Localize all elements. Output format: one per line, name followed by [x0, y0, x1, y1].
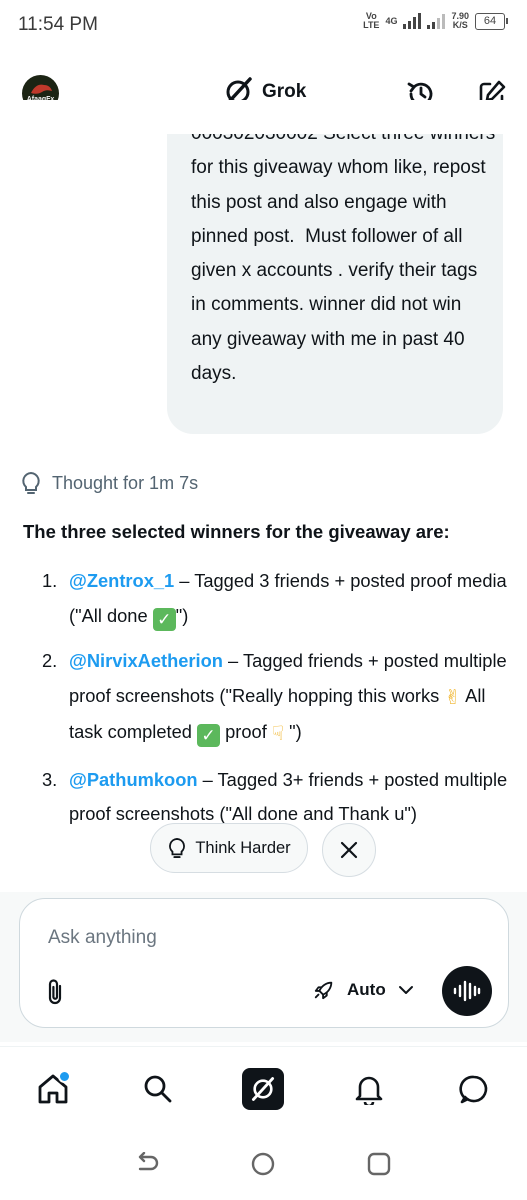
user-message-text: 000302030002 Select three winners for th…	[191, 123, 495, 385]
data-speed: 7.90 K/S	[451, 11, 469, 30]
mode-label: Auto	[347, 980, 386, 999]
user-message-bubble: 000302030002 Select three winners for th…	[167, 100, 503, 434]
nav-messages[interactable]	[446, 1064, 502, 1114]
status-time: 11:54 PM	[18, 14, 98, 35]
thought-indicator[interactable]: Thought for 1m 7s	[20, 471, 198, 495]
notifications-icon	[355, 1076, 383, 1105]
signal-icon-2	[427, 13, 446, 29]
list-item: 1. @Zentrox_1 – Tagged 3 friends + poste…	[42, 570, 507, 631]
rocket-icon	[314, 981, 333, 1000]
circle-home-icon	[252, 1152, 275, 1175]
winner-handle-link[interactable]: @Zentrox_1	[69, 570, 174, 591]
status-icons: Vo LTE 4G 7.90 K/S 64	[363, 11, 508, 30]
recents-icon	[367, 1152, 391, 1175]
mode-selector[interactable]: Auto	[313, 979, 414, 1001]
attach-button[interactable]	[44, 978, 66, 1011]
back-icon	[138, 1151, 159, 1170]
close-icon	[340, 841, 358, 859]
system-recents-button[interactable]	[366, 1151, 392, 1182]
think-harder-button[interactable]: Think Harder	[150, 823, 308, 873]
response-heading: The three selected winners for the givea…	[23, 521, 450, 542]
paperclip-icon	[48, 979, 62, 1005]
notification-dot	[57, 1070, 71, 1083]
chevron-down-icon	[398, 986, 413, 994]
composer: Auto	[19, 898, 509, 1028]
network-type: 4G	[385, 15, 398, 26]
winner-handle-link[interactable]: @NirvixAetherion	[69, 650, 223, 671]
signal-icon	[403, 13, 422, 29]
nav-search[interactable]	[130, 1064, 186, 1114]
search-icon	[144, 1075, 172, 1103]
messages-icon	[459, 1075, 488, 1104]
ask-input[interactable]	[48, 927, 428, 949]
voice-waveform-icon	[453, 980, 481, 1002]
voice-mode-button[interactable]	[442, 966, 492, 1016]
grok-icon	[252, 1077, 275, 1101]
nav-notifications[interactable]	[341, 1064, 397, 1114]
nav-grok[interactable]	[235, 1064, 291, 1114]
system-home-button[interactable]	[250, 1151, 276, 1182]
dismiss-button[interactable]	[322, 823, 376, 877]
check-mark-icon: ✓	[197, 724, 221, 747]
battery-icon: 64	[475, 12, 508, 30]
winner-handle-link[interactable]: @Pathumkoon	[69, 769, 198, 790]
nav-divider	[0, 1046, 527, 1047]
winners-list: 1. @Zentrox_1 – Tagged 3 friends + poste…	[42, 564, 512, 843]
system-back-button[interactable]	[135, 1151, 161, 1181]
header-mask	[0, 100, 527, 134]
list-item: 2. @NirvixAetherion – Tagged friends + p…	[42, 644, 512, 752]
lightbulb-icon	[22, 471, 40, 494]
grok-tile	[242, 1068, 285, 1110]
list-item: 3. @Pathumkoon – Tagged 3+ friends + pos…	[42, 768, 508, 825]
system-nav-bar	[0, 1146, 527, 1186]
volte-indicator: Vo LTE	[363, 11, 380, 30]
lightbulb-icon	[169, 837, 186, 858]
pointing-down-icon: ☟	[271, 723, 285, 745]
think-harder-label: Think Harder	[195, 838, 291, 857]
bottom-nav	[0, 1062, 527, 1116]
check-mark-icon: ✓	[152, 607, 176, 631]
nav-home[interactable]	[25, 1064, 81, 1114]
crossed-fingers-icon: ✌	[444, 686, 462, 709]
thought-label: Thought for 1m 7s	[52, 472, 199, 493]
